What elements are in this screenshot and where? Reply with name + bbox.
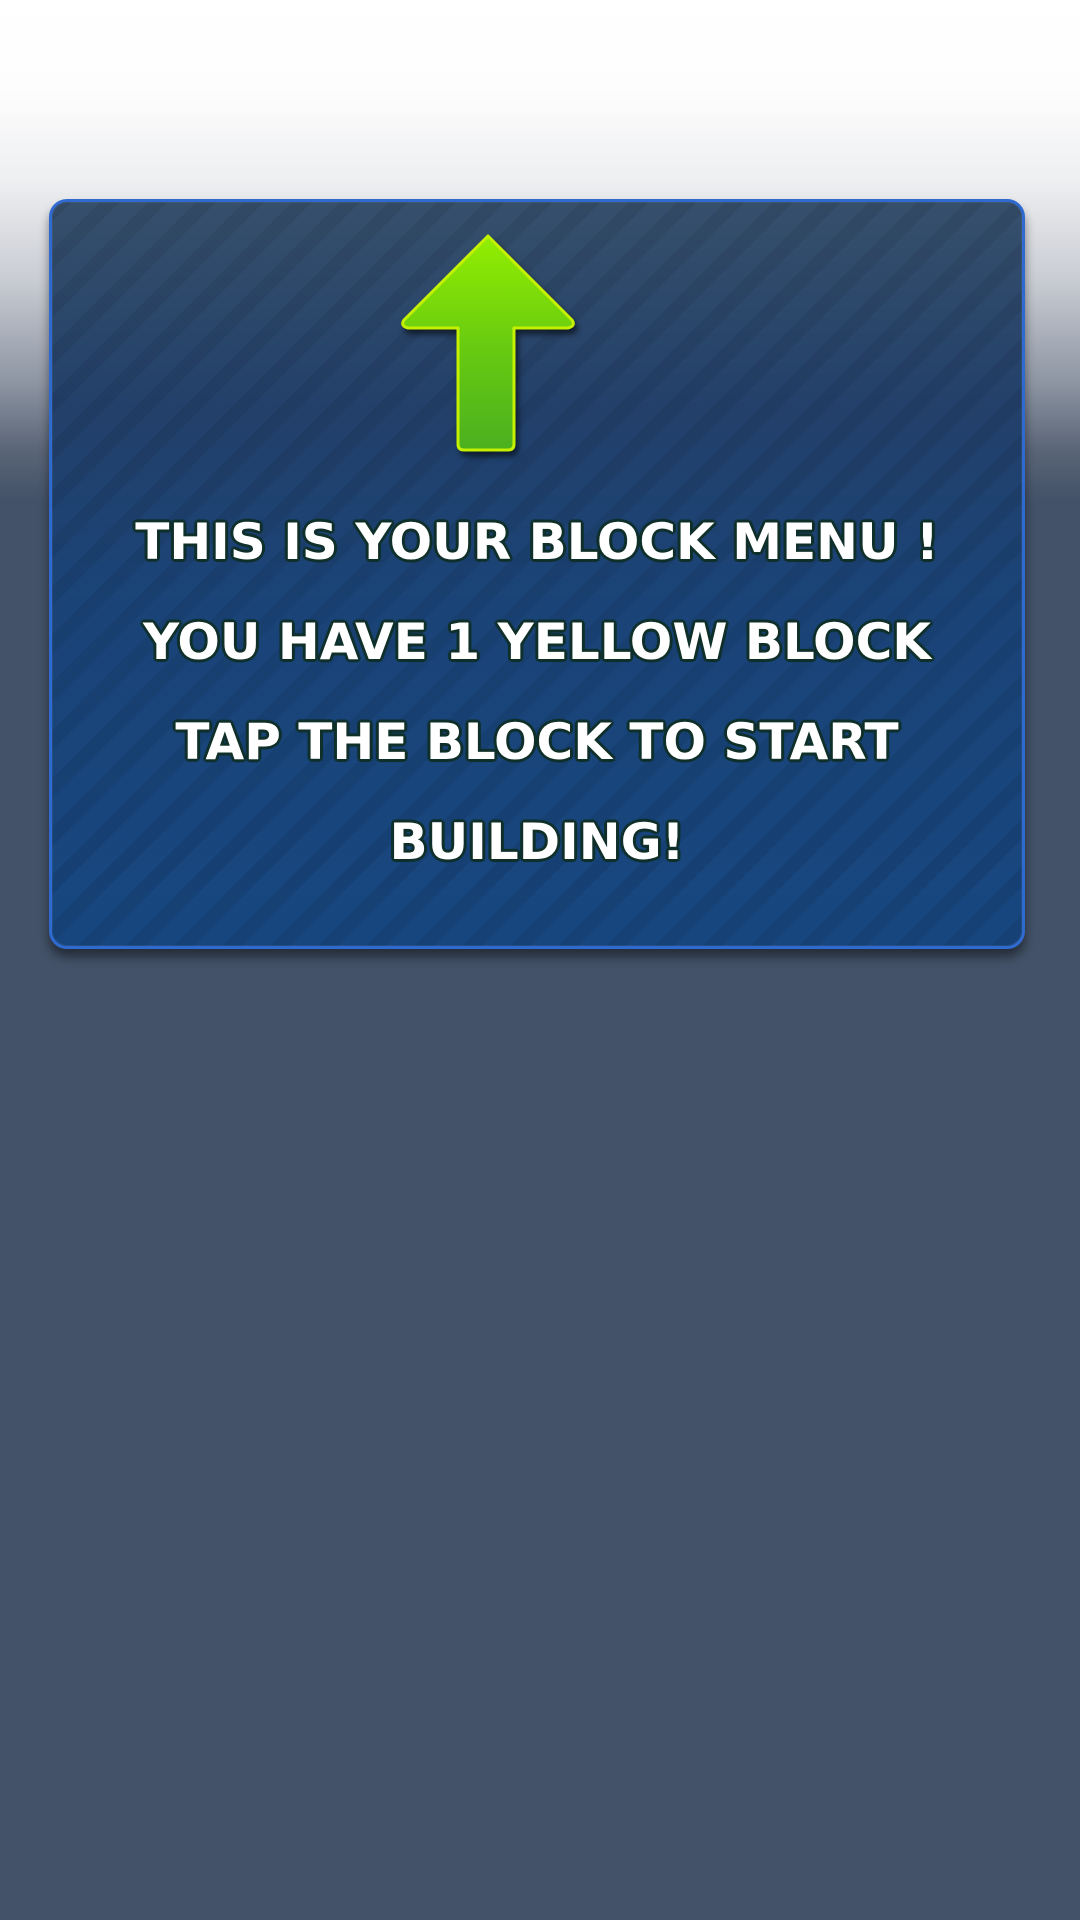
tutorial-message: THIS IS YOUR BLOCK MENU ! YOU HAVE 1 YEL…	[52, 492, 1022, 892]
up-arrow-icon	[401, 234, 575, 452]
message-line-4: BUILDING!	[389, 813, 685, 871]
message-line-1: THIS IS YOUR BLOCK MENU !	[135, 513, 939, 571]
tutorial-panel: THIS IS YOUR BLOCK MENU ! YOU HAVE 1 YEL…	[49, 199, 1025, 949]
message-line-3: TAP THE BLOCK TO START	[175, 713, 899, 771]
message-line-2: YOU HAVE 1 YELLOW BLOCK	[142, 613, 932, 671]
